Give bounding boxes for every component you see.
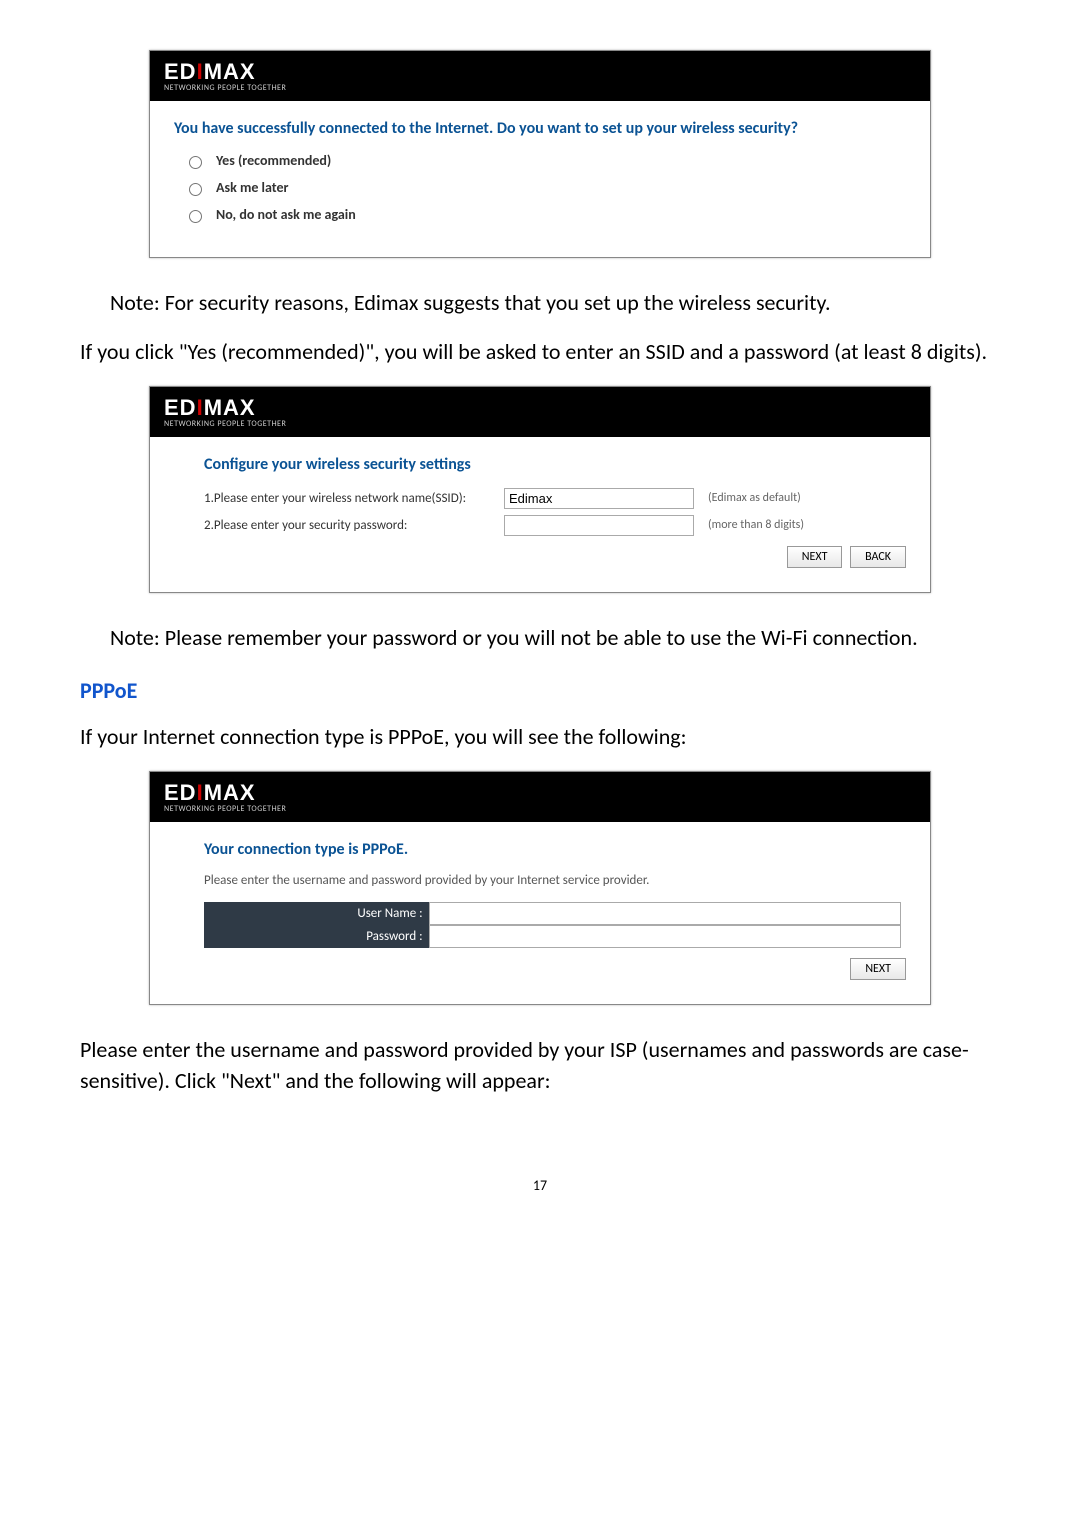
ssid-label: 1.Please enter your wireless network nam…	[204, 491, 504, 506]
text-ssid-prompt: If you click "Yes (recommended)", you wi…	[80, 337, 1000, 368]
note-password: Note: Please remember your password or y…	[110, 623, 1000, 654]
edimax-logo: EDIMAX	[164, 780, 286, 806]
radio-no-label: No, do not ask me again	[216, 206, 356, 223]
password-input[interactable]	[504, 515, 694, 536]
wireless-settings-panel: EDIMAX NETWORKING PEOPLE TOGETHER Config…	[149, 386, 931, 593]
password-label: 2.Please enter your security password:	[204, 518, 504, 533]
panel-header: EDIMAX NETWORKING PEOPLE TOGETHER	[150, 51, 930, 101]
radio-later[interactable]	[189, 183, 202, 196]
security-prompt-panel: EDIMAX NETWORKING PEOPLE TOGETHER You ha…	[149, 50, 931, 258]
username-label: User Name :	[204, 902, 429, 925]
logo-subtitle: NETWORKING PEOPLE TOGETHER	[164, 419, 286, 429]
text-isp-note: Please enter the username and password p…	[80, 1035, 1000, 1097]
back-button[interactable]: BACK	[850, 546, 906, 568]
edimax-logo: EDIMAX	[164, 395, 286, 421]
panel3-title: Your connection type is PPPoE.	[204, 840, 906, 859]
panel-header: EDIMAX NETWORKING PEOPLE TOGETHER	[150, 387, 930, 437]
page-number: 17	[80, 1177, 1000, 1194]
next-button[interactable]: NEXT	[787, 546, 843, 568]
radio-no[interactable]	[189, 210, 202, 223]
note-security: Note: For security reasons, Edimax sugge…	[110, 288, 1000, 319]
ssid-input[interactable]	[504, 488, 694, 509]
logo-subtitle: NETWORKING PEOPLE TOGETHER	[164, 804, 286, 814]
pass-label: Password :	[204, 925, 429, 948]
panel2-title: Configure your wireless security setting…	[204, 455, 906, 474]
radio-yes[interactable]	[189, 156, 202, 169]
radio-later-label: Ask me later	[216, 179, 288, 196]
panel-header: EDIMAX NETWORKING PEOPLE TOGETHER	[150, 772, 930, 822]
radio-yes-label: Yes (recommended)	[216, 152, 331, 169]
text-pppoe-intro: If your Internet connection type is PPPo…	[80, 722, 1000, 753]
panel3-subtitle: Please enter the username and password p…	[204, 873, 906, 888]
next-button[interactable]: NEXT	[850, 958, 906, 980]
edimax-logo: EDIMAX	[164, 59, 286, 85]
password-hint: (more than 8 digits)	[708, 518, 804, 532]
username-input[interactable]	[429, 902, 902, 925]
panel1-title: You have successfully connected to the I…	[174, 119, 906, 138]
pass-input[interactable]	[429, 925, 902, 948]
heading-pppoe: PPPoE	[80, 677, 1000, 704]
logo-subtitle: NETWORKING PEOPLE TOGETHER	[164, 83, 286, 93]
ssid-hint: (Edimax as default)	[708, 491, 801, 505]
pppoe-panel: EDIMAX NETWORKING PEOPLE TOGETHER Your c…	[149, 771, 931, 1005]
